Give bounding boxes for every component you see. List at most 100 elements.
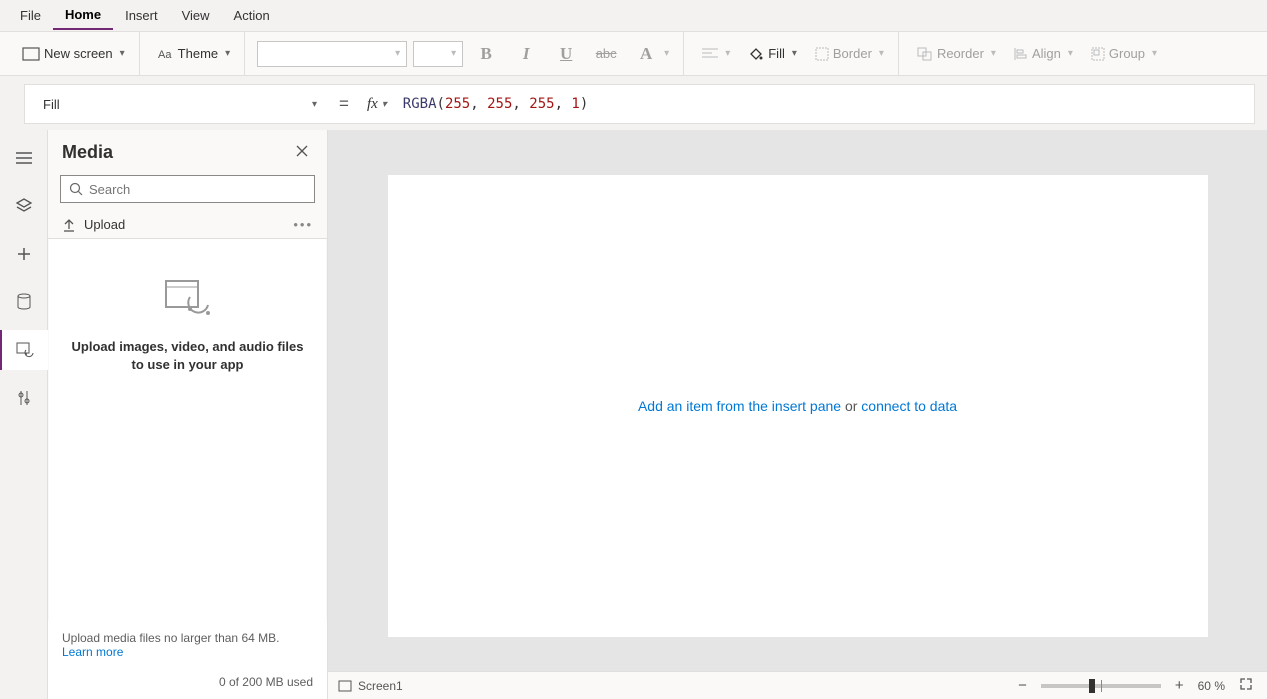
hamburger-icon — [15, 151, 33, 165]
chevron-down-icon: ▾ — [382, 99, 387, 110]
chevron-down-icon: ▾ — [395, 48, 400, 59]
ribbon: New screen ▾ Aa Theme ▾ ▾ ▾ B I U abc A▾ — [0, 32, 1267, 76]
property-name: Fill — [43, 97, 60, 112]
media-search-input[interactable] — [89, 182, 306, 197]
formula-input[interactable]: RGBA(255, 255, 255, 1) — [391, 96, 1244, 112]
menu-file[interactable]: File — [8, 2, 53, 29]
rail-advanced[interactable] — [0, 378, 48, 418]
zoom-slider[interactable] — [1041, 684, 1161, 688]
insert-pane-link[interactable]: Add an item from the insert pane — [638, 398, 841, 414]
reorder-label: Reorder — [937, 46, 984, 61]
strikethrough-button[interactable]: abc — [589, 42, 623, 65]
formula-bar-container: Fill ▾ = fx ▾ RGBA(255, 255, 255, 1) — [0, 76, 1267, 130]
left-rail — [0, 130, 48, 699]
learn-more-link[interactable]: Learn more — [62, 645, 123, 659]
formula-function: RGBA — [403, 96, 437, 112]
theme-icon: Aa — [158, 47, 174, 61]
formula-bar: Fill ▾ = fx ▾ RGBA(255, 255, 255, 1) — [24, 84, 1255, 124]
chevron-down-icon: ▾ — [664, 48, 669, 59]
rail-insert[interactable] — [0, 234, 48, 274]
chevron-down-icon: ▾ — [451, 48, 456, 59]
plus-icon — [16, 246, 32, 262]
rail-data[interactable] — [0, 282, 48, 322]
new-screen-button[interactable]: New screen ▾ — [16, 42, 131, 65]
align-label: Align — [1032, 46, 1061, 61]
media-icon — [16, 342, 34, 358]
rail-tree-view[interactable] — [0, 138, 48, 178]
new-screen-label: New screen — [44, 46, 113, 61]
database-icon — [16, 293, 32, 311]
upload-button[interactable]: Upload — [62, 217, 125, 232]
more-options-button[interactable]: ••• — [293, 217, 313, 232]
close-icon — [295, 146, 309, 161]
svg-text:Aa: Aa — [158, 49, 172, 61]
media-size-note: Upload media files no larger than 64 MB. — [62, 631, 279, 645]
fx-icon[interactable]: fx ▾ — [363, 96, 391, 113]
close-panel-button[interactable] — [291, 140, 313, 165]
font-family-select[interactable]: ▾ — [257, 41, 407, 67]
font-color-button[interactable]: A▾ — [629, 40, 675, 68]
tools-icon — [16, 389, 32, 407]
media-search-box[interactable] — [60, 175, 315, 203]
canvas-hint: Add an item from the insert pane or conn… — [638, 398, 957, 414]
border-button[interactable]: Border ▾ — [809, 42, 890, 65]
chevron-down-icon: ▾ — [991, 48, 996, 59]
menu-view[interactable]: View — [170, 2, 222, 29]
media-empty-message: Upload images, video, and audio files to… — [65, 338, 310, 374]
theme-button[interactable]: Aa Theme ▾ — [152, 42, 237, 65]
upload-icon — [62, 218, 76, 232]
border-label: Border — [833, 46, 872, 61]
menu-bar: File Home Insert View Action — [0, 0, 1267, 32]
media-panel: Media Upload ••• — [48, 130, 328, 699]
reorder-icon — [917, 47, 933, 61]
screen-indicator-icon — [338, 680, 352, 692]
reorder-button[interactable]: Reorder ▾ — [911, 42, 1002, 65]
font-size-select[interactable]: ▾ — [413, 41, 463, 67]
chevron-down-icon: ▾ — [120, 48, 125, 59]
zoom-out-button[interactable]: − — [1014, 677, 1031, 694]
main-content: Media Upload ••• — [0, 130, 1267, 699]
connect-data-link[interactable]: connect to data — [861, 398, 957, 414]
text-align-button[interactable]: ▾ — [696, 43, 736, 65]
align-icon — [1014, 47, 1028, 61]
bold-button[interactable]: B — [469, 40, 503, 68]
underline-button[interactable]: U — [549, 40, 583, 68]
chevron-down-icon: ▾ — [792, 48, 797, 59]
media-panel-header: Media — [48, 130, 327, 171]
menu-action[interactable]: Action — [222, 2, 282, 29]
menu-insert[interactable]: Insert — [113, 2, 170, 29]
paint-bucket-icon — [748, 46, 764, 62]
hint-or: or — [841, 398, 861, 414]
media-upload-row: Upload ••• — [48, 211, 327, 239]
chevron-down-icon: ▾ — [1152, 48, 1157, 59]
align-button[interactable]: Align ▾ — [1008, 42, 1079, 65]
rail-layers[interactable] — [0, 186, 48, 226]
border-icon — [815, 47, 829, 61]
fullscreen-button[interactable] — [1235, 677, 1257, 695]
chevron-down-icon: ▾ — [1068, 48, 1073, 59]
group-button[interactable]: Group ▾ — [1085, 42, 1163, 65]
fill-button[interactable]: Fill ▾ — [742, 42, 803, 66]
align-left-icon — [702, 47, 718, 61]
chevron-down-icon: ▾ — [225, 48, 230, 59]
status-bar: Screen1 − + 60 % — [328, 671, 1267, 699]
screen-canvas[interactable]: Add an item from the insert pane or conn… — [388, 175, 1208, 637]
zoom-value: 60 % — [1198, 679, 1225, 693]
zoom-thumb[interactable] — [1089, 679, 1095, 693]
ellipsis-icon: ••• — [293, 217, 313, 232]
chevron-down-icon: ▾ — [312, 99, 317, 110]
media-empty-state: Upload images, video, and audio files to… — [49, 239, 326, 621]
group-label: Group — [1109, 46, 1145, 61]
layers-icon — [15, 197, 33, 215]
property-select[interactable]: Fill ▾ — [35, 90, 325, 118]
menu-home[interactable]: Home — [53, 1, 113, 30]
upload-label: Upload — [84, 217, 125, 232]
zoom-in-button[interactable]: + — [1171, 677, 1188, 694]
italic-button[interactable]: I — [509, 40, 543, 68]
rail-media[interactable] — [0, 330, 48, 370]
canvas-area: Add an item from the insert pane or conn… — [328, 130, 1267, 699]
chevron-down-icon: ▾ — [879, 48, 884, 59]
equals-sign: = — [325, 94, 363, 114]
search-icon — [69, 182, 83, 196]
media-footer: Upload media files no larger than 64 MB.… — [48, 621, 327, 669]
